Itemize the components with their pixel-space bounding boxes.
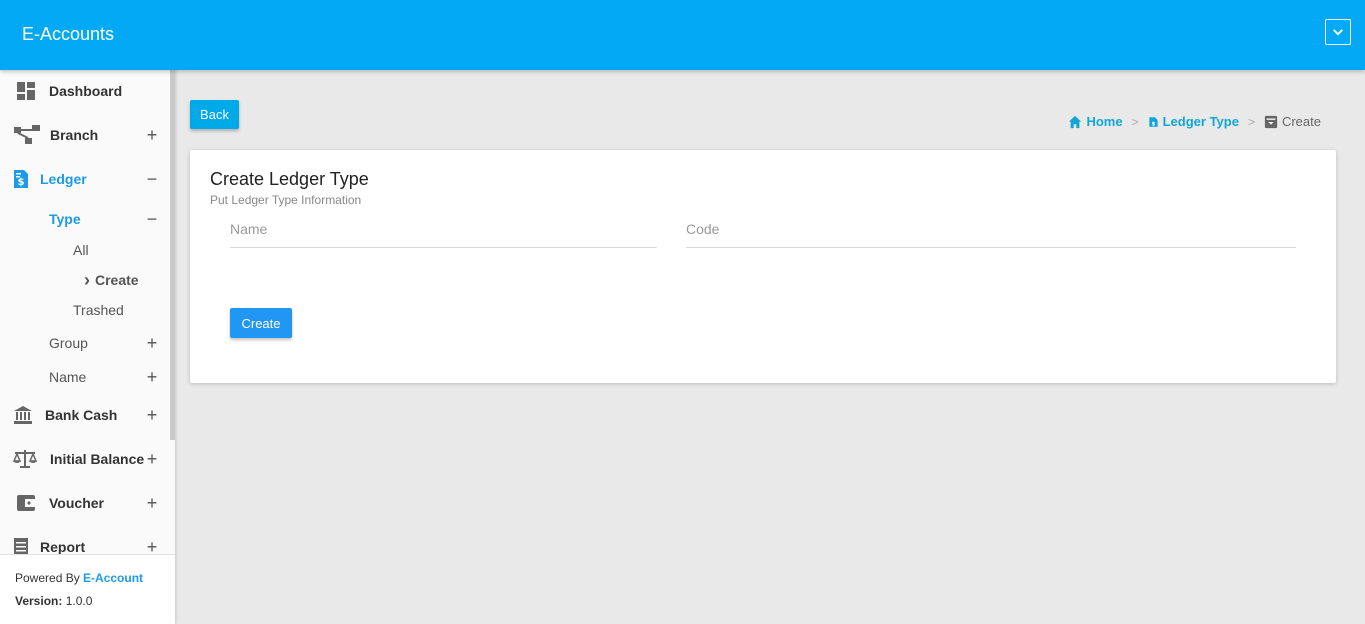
expand-icon[interactable]: + — [144, 368, 160, 386]
sidebar-item-voucher[interactable]: Voucher + — [0, 492, 170, 514]
collapse-icon[interactable]: − — [144, 170, 160, 188]
archive-icon — [1264, 115, 1278, 128]
collapse-icon[interactable]: − — [144, 210, 160, 228]
sidebar-item-branch[interactable]: Branch + — [0, 124, 170, 146]
home-icon — [1069, 115, 1082, 128]
sidebar-item-label: Dashboard — [49, 83, 123, 99]
back-button[interactable]: Back — [190, 100, 239, 129]
card-title: Create Ledger Type — [210, 169, 369, 189]
sidebar-item-type-trashed[interactable]: Trashed — [73, 302, 124, 318]
sitemap-icon — [14, 124, 40, 146]
sidebar-item-label: Group — [49, 335, 88, 351]
sidebar-item-label: Ledger — [40, 171, 87, 187]
version-value: 1.0.0 — [65, 594, 93, 608]
breadcrumb-label: Create — [1281, 114, 1321, 129]
svg-text:$: $ — [1151, 121, 1155, 127]
ledger-doc-icon: $ — [1148, 116, 1158, 127]
breadcrumb-label: Home — [1086, 114, 1123, 129]
sidebar-item-ledger-name[interactable]: Name + — [0, 366, 170, 388]
report-icon — [10, 536, 32, 554]
sidebar-item-label: Bank Cash — [45, 407, 118, 423]
card-subtitle: Put Ledger Type Information — [210, 193, 362, 207]
sidebar-item-type-create[interactable]: › Create — [84, 270, 139, 290]
sidebar-item-ledger[interactable]: $ Ledger − — [0, 168, 170, 190]
sidebar-scrollbar[interactable] — [170, 70, 175, 440]
breadcrumb: Home > $ Ledger Type > Create — [1068, 114, 1321, 129]
bank-icon — [12, 404, 34, 426]
powered-by-brand: E-Account — [83, 571, 144, 585]
breadcrumb-separator: > — [1247, 114, 1255, 129]
chevron-right-icon: › — [84, 270, 90, 290]
name-input[interactable] — [230, 214, 657, 244]
sidebar-item-initial-balance[interactable]: Initial Balance + — [0, 448, 170, 470]
app-title: E-Accounts — [22, 24, 115, 44]
sidebar-menu: Dashboard Branch + $ Ledger − Type − All… — [0, 70, 175, 554]
sidebar-footer: Powered By E-Account Version: 1.0.0 — [0, 554, 175, 624]
expand-icon[interactable]: + — [144, 450, 160, 468]
sidebar-item-type-all[interactable]: All — [73, 242, 89, 258]
powered-by-label: Powered By — [15, 571, 80, 585]
account-dropdown-button[interactable] — [1325, 19, 1351, 45]
sidebar-item-bank-cash[interactable]: Bank Cash + — [0, 404, 170, 426]
sidebar-item-label: Voucher — [49, 495, 104, 511]
sidebar-item-label: Create — [95, 272, 139, 288]
scale-balance-icon — [12, 448, 38, 470]
code-input[interactable] — [686, 214, 1296, 244]
ledger-doc-icon: $ — [10, 168, 32, 190]
breadcrumb-home[interactable]: Home — [1068, 114, 1123, 129]
sidebar-item-label: Type — [49, 211, 81, 227]
svg-text:$: $ — [18, 177, 25, 188]
create-ledger-type-card: Create Ledger Type Put Ledger Type Infor… — [190, 150, 1336, 383]
version-info: Version: 1.0.0 — [15, 594, 92, 608]
sidebar-item-label: Report — [40, 539, 86, 554]
sidebar-item-label: Name — [49, 369, 87, 385]
breadcrumb-ledger-type[interactable]: $ Ledger Type — [1148, 114, 1239, 129]
sidebar-item-label: Initial Balance — [50, 451, 145, 467]
code-field — [686, 212, 1296, 248]
breadcrumb-create: Create — [1264, 114, 1321, 129]
sidebar-item-label: Branch — [50, 127, 99, 143]
create-button[interactable]: Create — [230, 308, 292, 338]
sidebar: Dashboard Branch + $ Ledger − Type − All… — [0, 70, 175, 624]
breadcrumb-separator: > — [1131, 114, 1139, 129]
breadcrumb-label: Ledger Type — [1162, 114, 1239, 129]
name-field — [230, 212, 657, 248]
sidebar-item-ledger-type[interactable]: Type − — [0, 208, 170, 230]
sidebar-item-dashboard[interactable]: Dashboard — [0, 80, 170, 102]
expand-icon[interactable]: + — [144, 334, 160, 352]
version-label: Version: — [15, 594, 63, 608]
expand-icon[interactable]: + — [144, 406, 160, 424]
sidebar-item-report[interactable]: Report + — [0, 536, 170, 554]
powered-by: Powered By E-Account — [15, 571, 143, 585]
dashboard-icon — [15, 80, 37, 102]
sidebar-item-ledger-group[interactable]: Group + — [0, 332, 170, 354]
chevron-down-icon — [1332, 29, 1344, 36]
expand-icon[interactable]: + — [144, 494, 160, 512]
expand-icon[interactable]: + — [144, 126, 160, 144]
top-app-bar: E-Accounts — [0, 0, 1365, 70]
wallet-icon — [15, 492, 37, 514]
expand-icon[interactable]: + — [144, 538, 160, 554]
